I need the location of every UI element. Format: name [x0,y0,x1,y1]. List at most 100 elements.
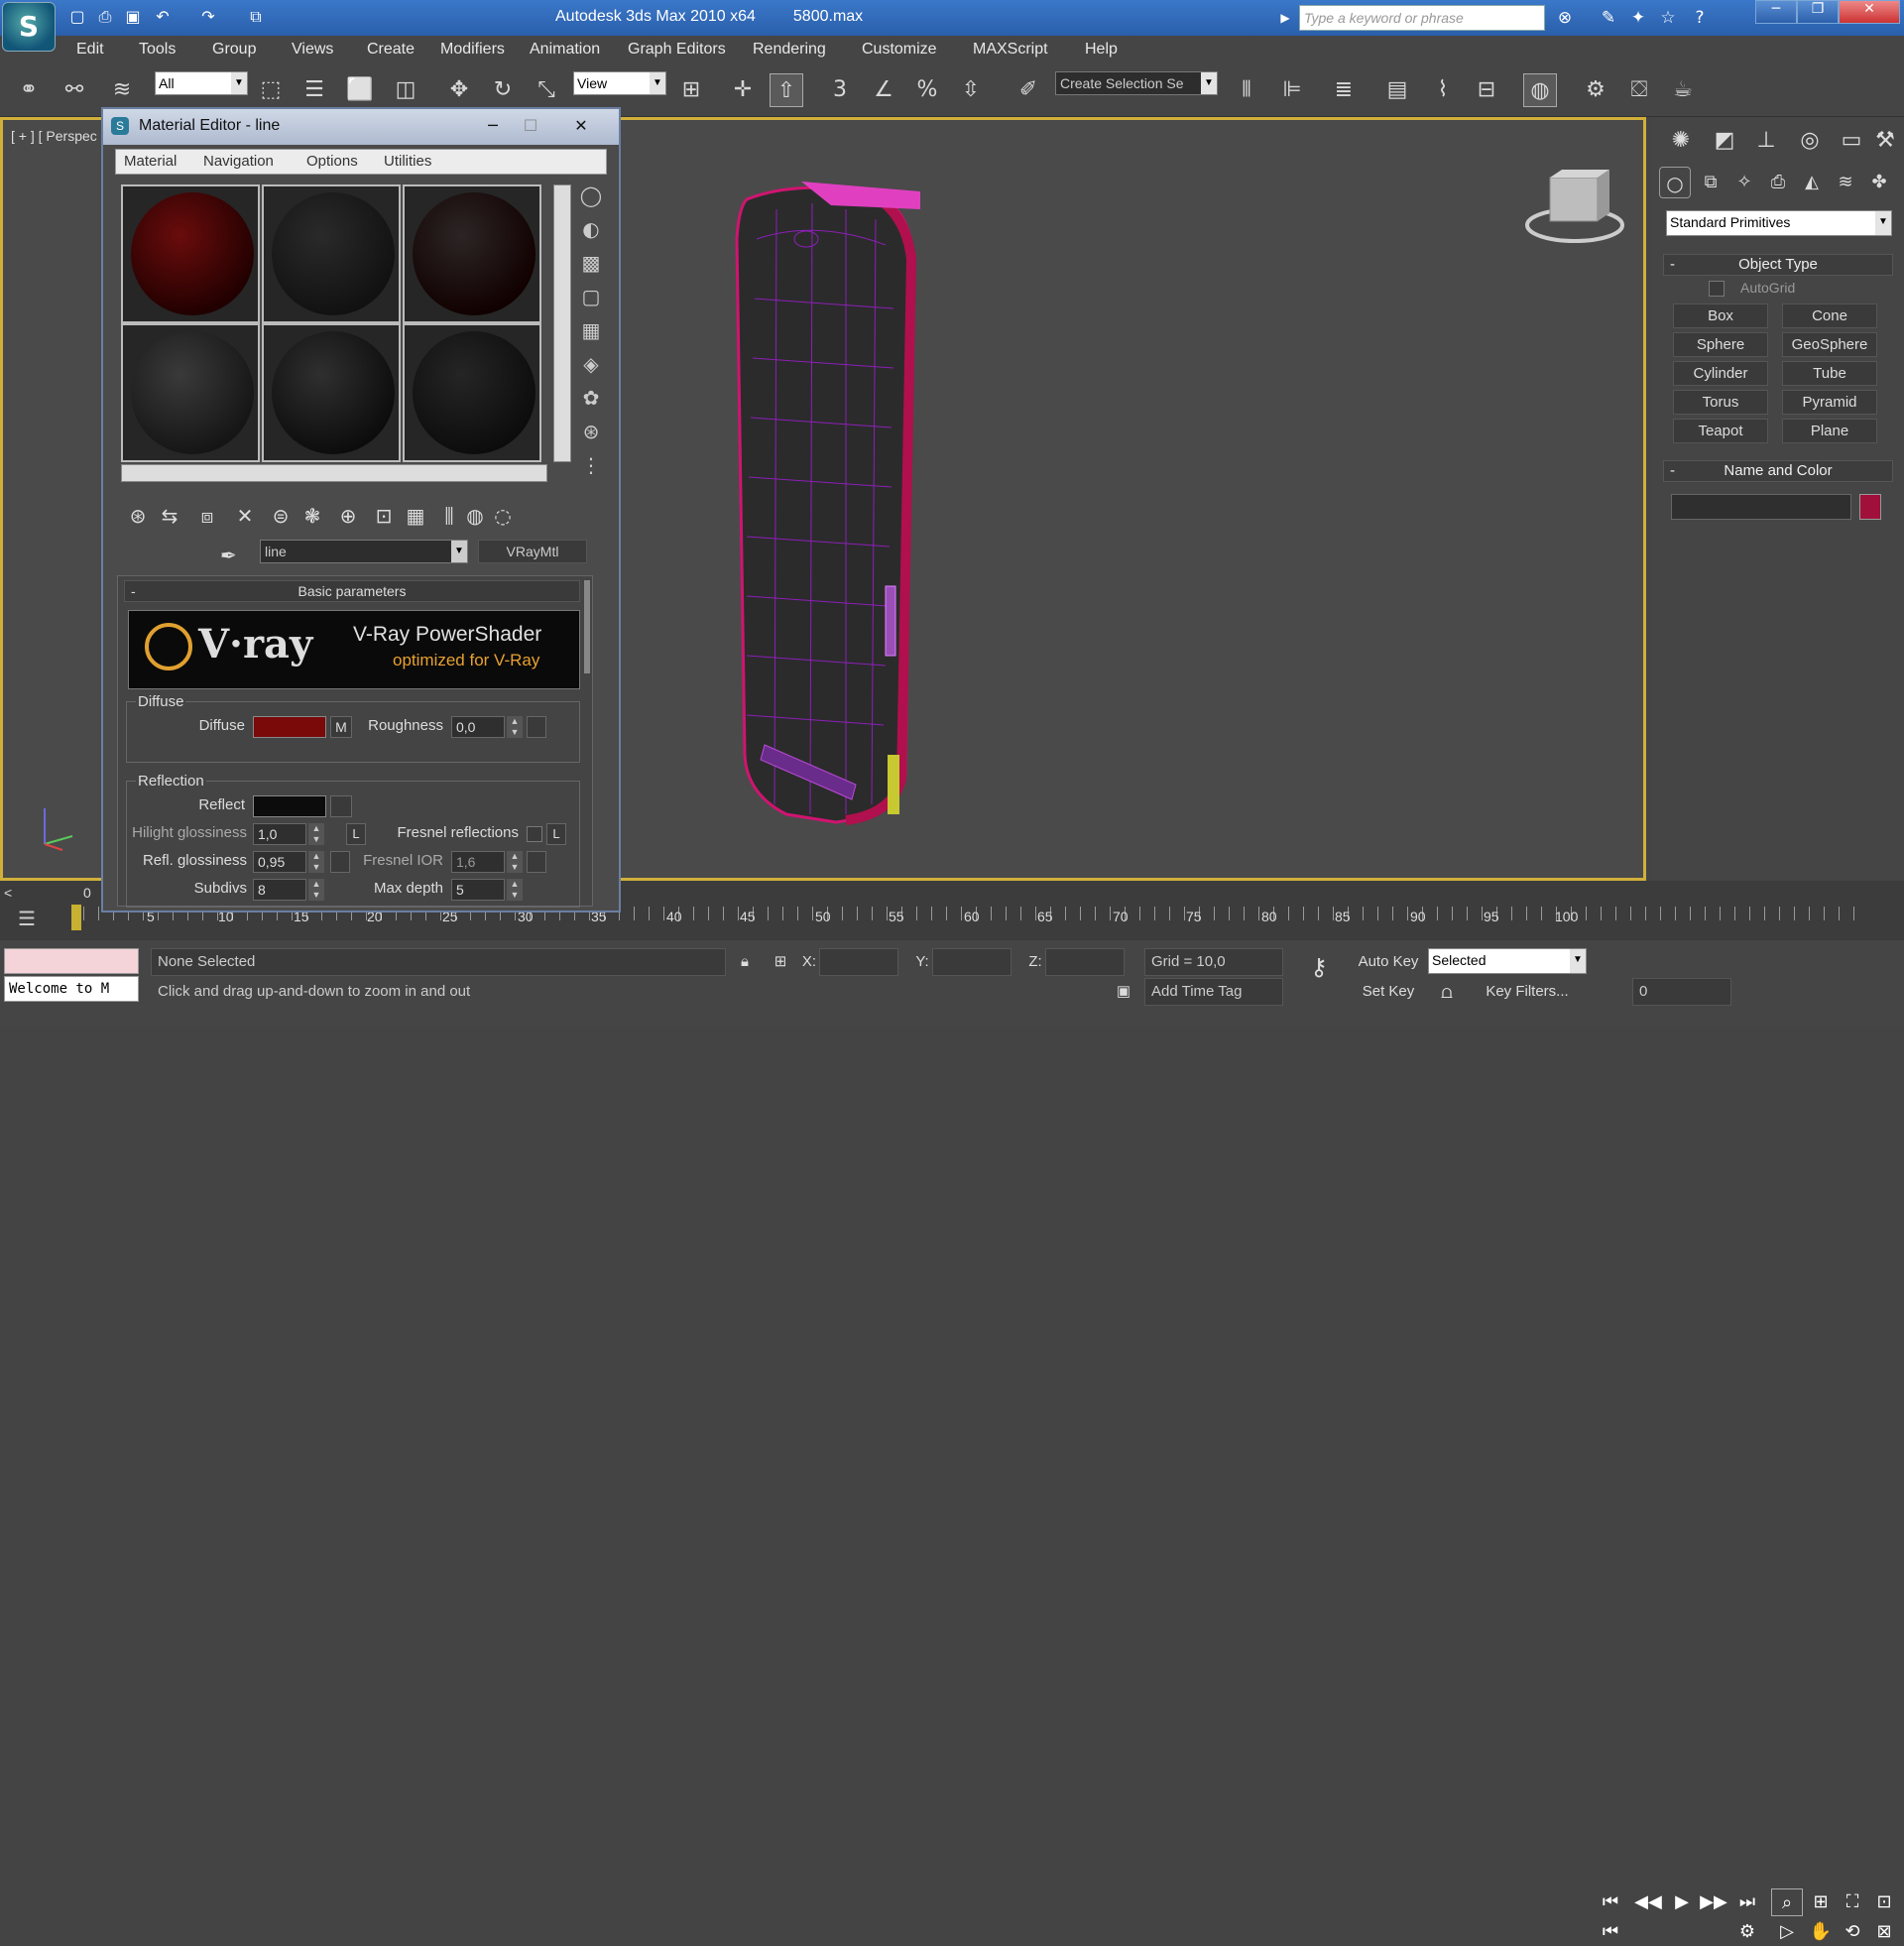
assign-to-selection-icon[interactable]: ⧈ [192,501,222,531]
basic-parameters-rollout[interactable]: - Basic parameters [124,580,580,602]
video-color-check-icon[interactable]: ▦ [575,315,607,345]
rotate-icon[interactable]: ↻ [486,73,520,107]
create-tab-icon[interactable]: ✺ [1665,125,1697,157]
menu-graph-editors[interactable]: Graph Editors [628,41,726,59]
graphite-ribbon-icon[interactable]: ▤ [1380,73,1414,107]
uv-tiling-icon[interactable]: ▢ [575,282,607,311]
hierarchy-tab-icon[interactable]: ⊥ [1750,125,1782,157]
select-by-name-icon[interactable]: ☰ [298,73,331,107]
set-key-button[interactable]: Set Key [1349,978,1428,1006]
me-menu-material[interactable]: Material [124,153,177,170]
hilight-glossiness-input[interactable]: 1,0 [253,823,306,845]
viewport-label[interactable]: [ + ] [ Perspec [11,128,97,144]
add-time-tag-button[interactable]: Add Time Tag [1144,978,1283,1006]
selection-filter-dropdown[interactable]: All ▼ [155,71,248,95]
space-warps-icon[interactable]: ≋ [1830,167,1861,198]
get-material-icon[interactable]: ⊛ [123,501,153,531]
select-object-icon[interactable]: ⬚ [254,73,288,107]
geometry-icon[interactable]: ○ [1659,167,1691,198]
sample-type-icon[interactable]: ◯ [575,181,607,210]
cameras-icon[interactable]: ⎙ [1762,167,1794,198]
fresnel-ior-input[interactable]: 1,6 [451,851,505,873]
cone-button[interactable]: Cone [1782,304,1877,328]
named-selection-set-dropdown[interactable]: Create Selection Se ▼ [1055,71,1218,95]
reset-map-icon[interactable]: ✕ [230,501,260,531]
sample-slot-5[interactable] [262,323,401,462]
layer-manager-icon[interactable]: ≣ [1327,73,1361,107]
menu-group[interactable]: Group [212,41,256,59]
hilight-glossiness-spinner[interactable]: ▲ ▼ [308,823,324,845]
time-tag-icon[interactable]: ▣ [1111,978,1136,1006]
time-slider-handle[interactable] [71,905,81,930]
menu-animation[interactable]: Animation [530,41,600,59]
menu-rendering[interactable]: Rendering [753,41,826,59]
pyramid-button[interactable]: Pyramid [1782,390,1877,415]
keyboard-shortcut-override-icon[interactable]: ⇧ [770,73,803,107]
go-forward-sibling-icon[interactable]: ◍ [460,501,490,531]
me-menu-options[interactable]: Options [306,153,358,170]
display-tab-icon[interactable]: ▭ [1836,125,1867,157]
maximize-button[interactable]: ❐ [1797,0,1839,24]
go-to-end-icon[interactable]: ⏭ [1731,1888,1763,1916]
subdivs-input[interactable]: 8 [253,879,306,901]
motion-tab-icon[interactable]: ◎ [1794,125,1826,157]
torus-button[interactable]: Torus [1673,390,1768,415]
search-input[interactable]: Type a keyword or phrase [1299,5,1545,31]
mirror-icon[interactable]: ⫴ [1230,73,1263,107]
zoom-extents-icon[interactable]: ⛶ [1837,1888,1868,1916]
y-coordinate-input[interactable] [932,948,1012,976]
menu-help[interactable]: Help [1085,41,1118,59]
fresnel-ior-spinner[interactable]: ▲ ▼ [507,851,523,873]
material-navigator-icon[interactable]: ⋮ [575,450,607,480]
menu-views[interactable]: Views [292,41,333,59]
pick-material-icon[interactable]: ◌ [488,501,518,531]
orbit-icon[interactable]: ⟲ [1837,1918,1868,1946]
menu-modifiers[interactable]: Modifiers [440,41,505,59]
put-to-scene-icon[interactable]: ⇆ [155,501,184,531]
menu-customize[interactable]: Customize [862,41,937,59]
percent-snap-icon[interactable]: % [910,73,944,107]
next-frame-icon[interactable]: ▶▶ [1698,1888,1729,1916]
object-name-input[interactable] [1671,494,1851,520]
box-button[interactable]: Box [1673,304,1768,328]
max-depth-spinner[interactable]: ▲ ▼ [507,879,523,901]
object-category-dropdown[interactable]: Standard Primitives ▼ [1666,210,1892,236]
key-mode-dropdown[interactable]: Selected ▼ [1428,948,1587,974]
tube-button[interactable]: Tube [1782,361,1877,386]
key-icon[interactable]: ⚷ [1299,954,1339,982]
rollout-scrollbar[interactable] [584,580,590,673]
systems-icon[interactable]: ✤ [1863,167,1895,198]
expand-arrow-icon[interactable]: ▶ [1273,6,1297,30]
select-by-material-icon[interactable]: ⊛ [575,417,607,446]
sample-slot-3[interactable] [403,184,541,323]
utilities-tab-icon[interactable]: ⚒ [1869,125,1901,157]
bind-space-warp-icon[interactable]: ≋ [105,73,139,107]
auto-key-button[interactable]: Auto Key [1349,948,1428,976]
move-icon[interactable]: ✥ [442,73,476,107]
maxscript-listener-input[interactable]: Welcome to M [4,976,139,1002]
undo-icon[interactable]: ↶ [151,6,175,28]
rectangular-selection-icon[interactable]: ⬜ [343,73,377,107]
previous-frame-icon[interactable]: ◀◀ [1632,1888,1664,1916]
diffuse-map-button[interactable]: M [330,716,352,738]
me-menu-navigation[interactable]: Navigation [203,153,274,170]
menu-maxscript[interactable]: MAXScript [973,41,1048,59]
object-color-swatch[interactable] [1859,494,1881,520]
mini-curve-editor-icon[interactable]: ☰ [18,907,36,931]
go-to-start-icon[interactable]: ⏮ [1595,1888,1626,1916]
menu-tools[interactable]: Tools [139,41,176,59]
show-map-in-viewport-icon[interactable]: ⊡ [369,501,399,531]
unlink-icon[interactable]: ⚯ [58,73,91,107]
maxscript-listener-pink[interactable] [4,948,139,974]
refl-glossiness-input[interactable]: 0,95 [253,851,306,873]
slots-vertical-scrollbar[interactable] [553,184,571,462]
angle-snap-icon[interactable]: ∠ [867,73,900,107]
app-logo-icon[interactable]: S [2,2,56,52]
backlight-icon[interactable]: ◐ [575,214,607,244]
make-preview-icon[interactable]: ◈ [575,349,607,379]
current-frame-input[interactable]: 0 [1632,978,1731,1006]
schematic-view-icon[interactable]: ⊟ [1470,73,1503,107]
time-slider-prev-icon[interactable]: < [4,885,12,901]
absolute-mode-icon[interactable]: ⊞ [768,948,793,976]
link-icon[interactable]: ⚭ [12,73,46,107]
